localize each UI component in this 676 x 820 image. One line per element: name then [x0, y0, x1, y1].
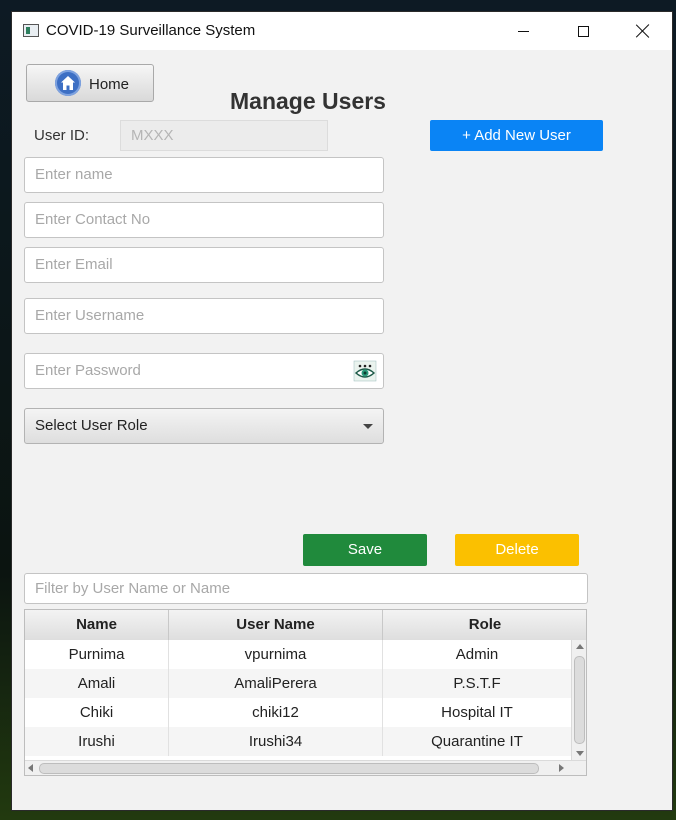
table-row[interactable]: Purnima vpurnima Admin — [25, 640, 571, 669]
cell-role: Quarantine IT — [431, 733, 523, 750]
email-field[interactable]: Enter Email — [24, 247, 384, 283]
users-table: Name User Name Role Purnima vpurnima Adm… — [24, 609, 587, 776]
cell-username: Irushi34 — [169, 727, 383, 756]
minimize-icon — [517, 30, 529, 32]
title-bar: COVID-19 Surveillance System — [12, 12, 672, 50]
cell-username: chiki12 — [169, 698, 383, 727]
column-header-role[interactable]: Role — [383, 610, 586, 640]
horizontal-scroll-thumb[interactable] — [39, 763, 539, 774]
close-icon — [636, 24, 650, 38]
scroll-left-icon[interactable] — [28, 764, 33, 772]
table-header: Name User Name Role — [25, 610, 586, 641]
cell-name: Amali — [25, 669, 169, 698]
app-window: COVID-19 Surveillance System Home Manage… — [12, 12, 672, 810]
app-window-icon — [23, 24, 39, 37]
name-field[interactable]: Enter name — [24, 157, 384, 193]
close-button[interactable] — [620, 12, 666, 50]
add-new-user-button[interactable]: + Add New User — [430, 120, 603, 151]
eye-icon[interactable] — [353, 360, 377, 382]
cell-role: Hospital IT — [441, 704, 513, 721]
page-title: Manage Users — [230, 88, 386, 114]
scroll-down-icon[interactable] — [576, 751, 584, 756]
contact-field[interactable]: Enter Contact No — [24, 202, 384, 238]
cell-name: Purnima — [25, 640, 169, 669]
cell-name: Chiki — [25, 698, 169, 727]
table-row[interactable]: Amali AmaliPerera P.S.T.F — [25, 669, 571, 698]
column-header-name[interactable]: Name — [25, 610, 169, 640]
delete-button[interactable]: Delete — [455, 534, 579, 566]
cell-username: vpurnima — [169, 640, 383, 669]
user-id-field: MXXX — [120, 120, 328, 151]
vertical-scroll-thumb[interactable] — [574, 656, 585, 744]
table-row[interactable]: Chiki chiki12 Hospital IT — [25, 698, 571, 727]
cell-username: AmaliPerera — [169, 669, 383, 698]
filter-input[interactable]: Filter by User Name or Name — [24, 573, 588, 604]
password-placeholder: Enter Password — [35, 362, 141, 379]
user-role-select-value: Select User Role — [35, 417, 148, 434]
vertical-scrollbar[interactable] — [571, 640, 586, 760]
cell-role: Admin — [455, 646, 499, 663]
table-row[interactable]: Irushi Irushi34 Quarantine IT — [25, 727, 571, 756]
save-button[interactable]: Save — [303, 534, 427, 566]
window-title: COVID-19 Surveillance System — [46, 22, 256, 39]
maximize-button[interactable] — [560, 12, 606, 50]
maximize-icon — [577, 25, 589, 37]
cell-name: Irushi — [25, 727, 169, 756]
cell-role: P.S.T.F — [453, 675, 501, 692]
user-role-select[interactable]: Select User Role — [24, 408, 384, 444]
username-field[interactable]: Enter Username — [24, 298, 384, 334]
scroll-up-icon[interactable] — [576, 644, 584, 649]
horizontal-scrollbar[interactable] — [25, 760, 586, 775]
password-field[interactable]: Enter Password — [24, 353, 384, 389]
user-id-label: User ID: — [34, 127, 90, 144]
minimize-button[interactable] — [500, 12, 546, 50]
scroll-right-icon[interactable] — [559, 764, 564, 772]
column-header-username[interactable]: User Name — [169, 610, 383, 640]
chevron-down-icon — [363, 424, 373, 429]
